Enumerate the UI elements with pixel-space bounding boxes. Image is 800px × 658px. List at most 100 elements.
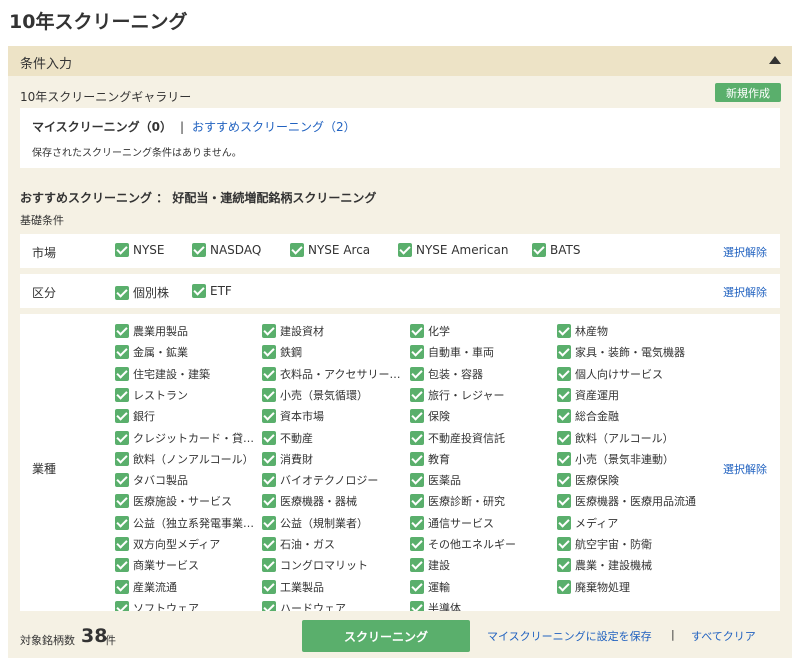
industry-checkbox[interactable]: 資産運用 xyxy=(557,387,619,403)
checkbox-checked-icon[interactable] xyxy=(115,537,129,551)
industry-checkbox[interactable]: バイオテクノロジー xyxy=(262,472,378,488)
checkbox-checked-icon[interactable] xyxy=(290,243,304,257)
industry-checkbox[interactable]: 鉄鋼 xyxy=(262,344,302,360)
new-screening-button[interactable]: 新規作成 xyxy=(715,83,781,102)
checkbox-checked-icon[interactable] xyxy=(398,243,412,257)
checkbox-checked-icon[interactable] xyxy=(115,473,129,488)
industry-checkbox[interactable]: 不動産 xyxy=(262,430,313,446)
checkbox-checked-icon[interactable] xyxy=(262,430,276,445)
checkbox-checked-icon[interactable] xyxy=(410,558,424,573)
panel-header[interactable]: 条件入力 xyxy=(8,46,792,76)
checkbox-checked-icon[interactable] xyxy=(557,345,571,360)
industry-checkbox[interactable]: 工業製品 xyxy=(262,579,324,595)
industry-checkbox[interactable]: 個人向けサービス xyxy=(557,366,663,382)
checkbox-checked-icon[interactable] xyxy=(262,558,276,573)
checkbox-checked-icon[interactable] xyxy=(557,387,571,402)
checkbox-checked-icon[interactable] xyxy=(557,579,571,594)
checkbox-checked-icon[interactable] xyxy=(557,324,571,338)
checkbox-checked-icon[interactable] xyxy=(262,409,276,424)
checkbox-checked-icon[interactable] xyxy=(410,494,424,509)
checkbox-checked-icon[interactable] xyxy=(557,451,571,466)
industry-checkbox[interactable]: 建設資材 xyxy=(262,323,324,339)
industry-checkbox[interactable]: 航空宇宙・防衛 xyxy=(557,536,652,552)
category-checkbox[interactable]: 個別株 xyxy=(115,284,169,301)
checkbox-checked-icon[interactable] xyxy=(410,366,424,381)
checkbox-checked-icon[interactable] xyxy=(115,494,129,509)
save-to-my-screening-link[interactable]: マイスクリーニングに設定を保存 xyxy=(487,628,652,644)
industry-checkbox[interactable]: 運輸 xyxy=(410,579,450,595)
checkbox-checked-icon[interactable] xyxy=(410,600,424,611)
industry-clear-link[interactable]: 選択解除 xyxy=(723,461,767,477)
checkbox-checked-icon[interactable] xyxy=(115,366,129,381)
industry-checkbox[interactable]: 林産物 xyxy=(557,323,608,339)
industry-checkbox[interactable]: ハードウェア xyxy=(262,600,346,611)
industry-checkbox[interactable]: 化学 xyxy=(410,323,450,339)
checkbox-checked-icon[interactable] xyxy=(115,387,129,402)
checkbox-checked-icon[interactable] xyxy=(557,558,571,573)
industry-checkbox[interactable]: 建設 xyxy=(410,557,450,573)
checkbox-checked-icon[interactable] xyxy=(532,243,546,257)
checkbox-checked-icon[interactable] xyxy=(262,579,276,594)
industry-checkbox[interactable]: 医療機器・器械 xyxy=(262,493,357,509)
checkbox-checked-icon[interactable] xyxy=(410,537,424,551)
checkbox-checked-icon[interactable] xyxy=(557,430,571,445)
checkbox-checked-icon[interactable] xyxy=(262,451,276,466)
checkbox-checked-icon[interactable] xyxy=(262,366,276,381)
checkbox-checked-icon[interactable] xyxy=(192,284,206,298)
industry-checkbox[interactable]: 不動産投資信託 xyxy=(410,430,505,446)
industry-checkbox[interactable]: 小売（景気非連動） xyxy=(557,451,674,467)
market-checkbox[interactable]: NYSE xyxy=(115,243,165,257)
triangle-up-icon[interactable] xyxy=(769,56,781,64)
industry-checkbox[interactable]: 半導体 xyxy=(410,600,461,611)
checkbox-checked-icon[interactable] xyxy=(262,537,276,551)
checkbox-checked-icon[interactable] xyxy=(115,243,129,257)
industry-checkbox[interactable]: コングロマリット xyxy=(262,557,368,573)
industry-checkbox[interactable]: タバコ製品 xyxy=(115,472,188,488)
industry-checkbox[interactable]: メディア xyxy=(557,515,618,531)
industry-checkbox[interactable]: 保険 xyxy=(410,408,450,424)
industry-checkbox[interactable]: 石油・ガス xyxy=(262,536,335,552)
industry-checkbox[interactable]: 包装・容器 xyxy=(410,366,483,382)
industry-checkbox[interactable]: 飲料（ノンアルコール） xyxy=(115,451,254,467)
industry-checkbox[interactable]: 商業サービス xyxy=(115,557,199,573)
industry-checkbox[interactable]: 双方向型メディア xyxy=(115,536,220,552)
market-clear-link[interactable]: 選択解除 xyxy=(723,244,767,260)
industry-checkbox[interactable]: 医薬品 xyxy=(410,472,461,488)
checkbox-checked-icon[interactable] xyxy=(192,243,206,257)
checkbox-checked-icon[interactable] xyxy=(410,430,424,445)
checkbox-checked-icon[interactable] xyxy=(115,430,129,445)
industry-checkbox[interactable]: 小売（景気循環） xyxy=(262,387,368,403)
checkbox-checked-icon[interactable] xyxy=(557,473,571,488)
clear-all-link[interactable]: すべてクリア xyxy=(691,628,756,644)
checkbox-checked-icon[interactable] xyxy=(410,473,424,488)
checkbox-checked-icon[interactable] xyxy=(410,579,424,594)
checkbox-checked-icon[interactable] xyxy=(115,451,129,466)
industry-checkbox[interactable]: ソフトウェア xyxy=(115,600,199,611)
checkbox-checked-icon[interactable] xyxy=(115,345,129,360)
industry-checkbox[interactable]: 医療保険 xyxy=(557,472,619,488)
industry-checkbox[interactable]: その他エネルギー xyxy=(410,536,516,552)
industry-checkbox[interactable]: 産業流通 xyxy=(115,579,177,595)
industry-checkbox[interactable]: 金属・鉱業 xyxy=(115,344,188,360)
industry-checkbox[interactable]: 飲料（アルコール） xyxy=(557,430,674,446)
recommended-screening-tab[interactable]: おすすめスクリーニング（2） xyxy=(192,118,356,135)
screening-button[interactable]: スクリーニング xyxy=(302,620,470,652)
industry-checkbox[interactable]: 資本市場 xyxy=(262,408,324,424)
market-checkbox[interactable]: NYSE American xyxy=(398,243,508,257)
industry-checkbox[interactable]: クレジットカード・貸… xyxy=(115,430,254,446)
checkbox-checked-icon[interactable] xyxy=(115,579,129,594)
industry-checkbox[interactable]: 医療機器・医療用品流通 xyxy=(557,493,696,509)
market-checkbox[interactable]: BATS xyxy=(532,243,580,257)
industry-checkbox[interactable]: 医療施設・サービス xyxy=(115,493,232,509)
checkbox-checked-icon[interactable] xyxy=(115,324,129,338)
industry-checkbox[interactable]: 公益（独立系発電事業… xyxy=(115,515,254,531)
industry-checkbox[interactable]: レストラン xyxy=(115,387,188,403)
industry-checkbox[interactable]: 自動車・車両 xyxy=(410,344,494,360)
checkbox-checked-icon[interactable] xyxy=(557,494,571,509)
checkbox-checked-icon[interactable] xyxy=(262,473,276,488)
checkbox-checked-icon[interactable] xyxy=(115,600,129,611)
industry-checkbox[interactable]: 家具・装飾・電気機器 xyxy=(557,344,685,360)
checkbox-checked-icon[interactable] xyxy=(557,515,571,530)
checkbox-checked-icon[interactable] xyxy=(262,515,276,530)
industry-checkbox[interactable]: 住宅建設・建築 xyxy=(115,366,210,382)
